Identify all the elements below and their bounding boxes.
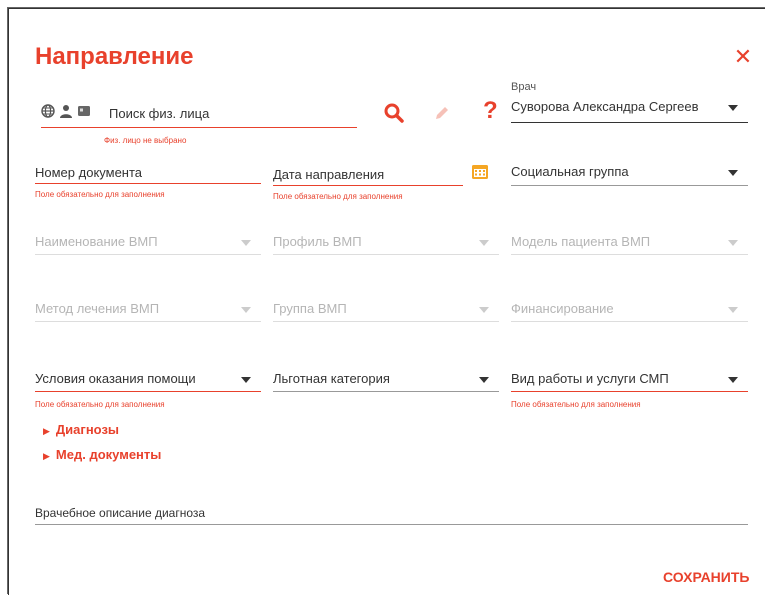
person-icon[interactable] [59,104,73,118]
person-search-error: Физ. лицо не выбрано [104,136,187,145]
vmp-name-underline [35,254,261,255]
id-card-icon[interactable] [77,104,91,118]
care-conditions-underline [35,391,261,392]
chevron-down-icon[interactable] [479,307,489,313]
smp-services-error: Поле обязательно для заполнения [511,400,641,409]
vmp-profile-select[interactable]: Профиль ВМП [273,234,362,249]
globe-icon[interactable] [41,104,55,118]
chevron-down-icon[interactable] [728,105,738,111]
care-conditions-error: Поле обязательно для заполнения [35,400,165,409]
doctor-label: Врач [511,81,537,93]
pencil-icon[interactable] [433,104,451,122]
vmp-name-select[interactable]: Наименование ВМП [35,234,158,249]
chevron-down-icon[interactable] [241,240,251,246]
calendar-icon[interactable] [471,162,489,180]
social-group-select[interactable]: Социальная группа [511,164,629,179]
smp-services-underline [511,391,748,392]
doc-number-error: Поле обязательно для заполнения [35,190,165,199]
doc-number-underline [35,183,261,184]
chevron-down-icon[interactable] [241,307,251,313]
ref-date-field[interactable]: Дата направления [273,167,384,182]
ref-date-error: Поле обязательно для заполнения [273,192,403,201]
diagnoses-section-toggle[interactable]: ▶ Диагнозы [43,422,119,437]
med-docs-section-toggle[interactable]: ▶ Мед. документы [43,447,161,462]
save-button[interactable]: СОХРАНИТЬ [663,569,749,585]
diagnosis-description-field[interactable]: Врачебное описание диагноза [35,506,205,520]
chevron-down-icon[interactable] [479,377,489,383]
doctor-underline [511,122,748,123]
person-type-icons [41,104,91,118]
doctor-select[interactable]: Суворова Александра Сергеев [511,99,699,114]
doc-number-field[interactable]: Номер документа [35,165,142,180]
search-icon[interactable] [384,103,404,123]
benefit-category-underline [273,391,499,392]
person-search-underline [41,127,357,128]
close-icon[interactable]: ✕ [733,46,753,68]
triangle-right-icon: ▶ [43,426,50,436]
care-conditions-select[interactable]: Условия оказания помощи [35,371,196,386]
chevron-down-icon[interactable] [728,307,738,313]
smp-services-select[interactable]: Вид работы и услуги СМП [511,371,669,386]
referral-dialog: Направление ✕ Поиск физ. лица Физ. лицо … [8,8,765,595]
diagnoses-label: Диагнозы [55,422,120,437]
chevron-down-icon[interactable] [728,377,738,383]
triangle-right-icon: ▶ [43,451,50,461]
chevron-down-icon[interactable] [728,240,738,246]
vmp-patient-model-select[interactable]: Модель пациента ВМП [511,234,650,249]
chevron-down-icon[interactable] [728,170,738,176]
financing-select[interactable]: Финансирование [511,301,614,316]
financing-underline [511,321,748,322]
benefit-category-select[interactable]: Льготная категория [273,371,390,386]
vmp-group-underline [273,321,499,322]
social-group-underline [511,185,748,186]
vmp-patient-model-underline [511,254,748,255]
ref-date-underline [273,185,463,186]
help-icon[interactable]: ? [483,99,498,123]
vmp-group-select[interactable]: Группа ВМП [273,301,347,316]
vmp-profile-underline [273,254,499,255]
vmp-method-underline [35,321,261,322]
med-docs-label: Мед. документы [55,447,162,462]
dialog-title: Направление [35,43,194,70]
diagnosis-description-underline [35,524,748,525]
chevron-down-icon[interactable] [241,377,251,383]
chevron-down-icon[interactable] [479,240,489,246]
vmp-method-select[interactable]: Метод лечения ВМП [35,301,159,316]
person-search-input[interactable]: Поиск физ. лица [109,106,209,121]
